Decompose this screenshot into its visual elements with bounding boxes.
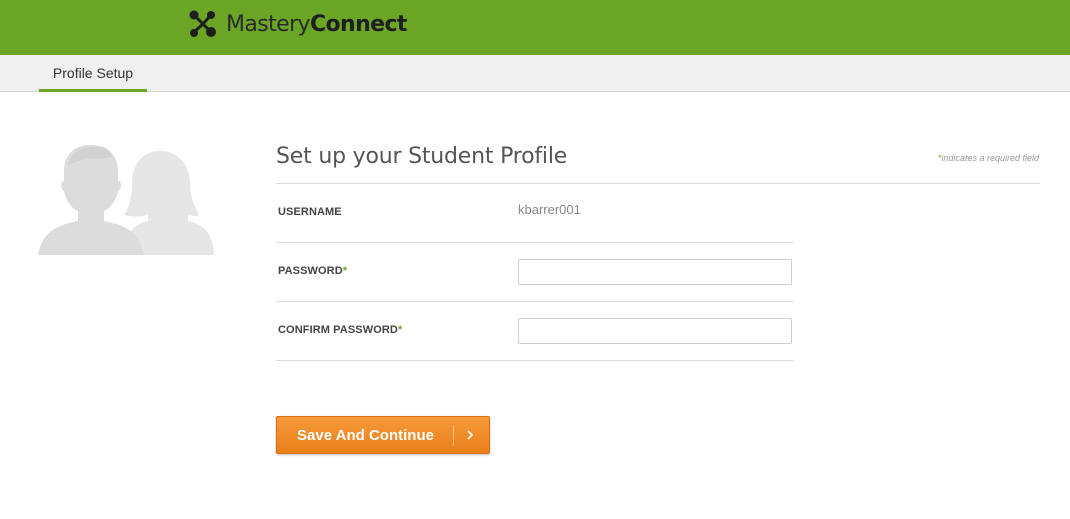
password-field[interactable] — [518, 259, 792, 285]
confirm-password-label: CONFIRM PASSWORD* — [278, 324, 403, 336]
student-profile-icon — [38, 143, 214, 255]
logo-mark-icon — [189, 10, 216, 37]
username-value: kbarrer001 — [518, 202, 581, 217]
tab-profile-setup[interactable]: Profile Setup — [39, 55, 147, 92]
save-and-continue-button[interactable]: Save And Continue — [276, 416, 490, 454]
required-marker: * — [397, 324, 403, 336]
top-header-bar: MasteryConnect — [0, 0, 1070, 55]
username-row: USERNAME kbarrer001 — [276, 184, 794, 243]
button-divider — [453, 425, 454, 446]
confirm-password-field[interactable] — [518, 318, 792, 344]
required-marker: * — [342, 265, 348, 277]
password-label: PASSWORD* — [278, 265, 348, 277]
masteryconnect-logo[interactable]: MasteryConnect — [188, 8, 407, 40]
username-label: USERNAME — [278, 206, 342, 218]
tab-bar: Profile Setup — [0, 55, 1070, 92]
chevron-right-icon — [463, 425, 477, 445]
save-button-label: Save And Continue — [297, 427, 434, 444]
required-field-note: *indicates a required field — [937, 153, 1039, 163]
password-row: PASSWORD* — [276, 243, 794, 302]
confirm-password-row: CONFIRM PASSWORD* — [276, 302, 794, 361]
logo-wordmark: MasteryConnect — [226, 11, 407, 37]
page-title: Set up your Student Profile — [276, 144, 568, 169]
